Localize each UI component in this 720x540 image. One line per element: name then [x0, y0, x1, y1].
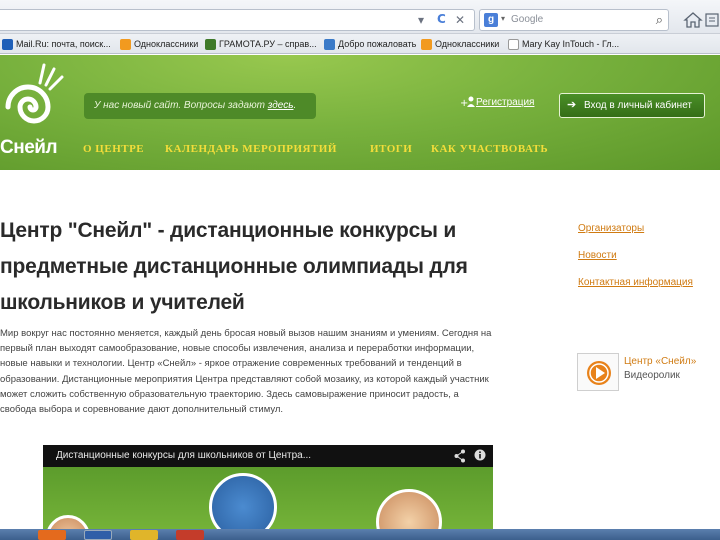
- bookmark-item[interactable]: Одноклассники: [120, 37, 198, 51]
- reload-icon[interactable]: C: [437, 12, 446, 26]
- search-bar[interactable]: g ▾ Google ⌕: [479, 9, 669, 31]
- bookmark-label: Добро пожаловать: [338, 39, 417, 49]
- paragraph-line: может сложить собственную образовательну…: [0, 388, 459, 400]
- title-line: школьников и учителей: [0, 291, 245, 314]
- register-link[interactable]: + Регистрация: [460, 96, 534, 108]
- title-line: Центр "Снейл" - дистанционные конкурсы и: [0, 219, 457, 242]
- video-player[interactable]: Дистанционные конкурсы для школьников от…: [43, 445, 493, 529]
- search-icon[interactable]: ⌕: [656, 12, 663, 28]
- video-subtitle: Видеоролик: [624, 370, 680, 381]
- register-label: Регистрация: [476, 96, 535, 108]
- firefox-icon[interactable]: [38, 530, 66, 540]
- site-header: Снейл У нас новый сайт. Вопросы задают з…: [0, 55, 720, 170]
- page-title: Центр "Снейл" - дистанционные конкурсы и…: [0, 213, 540, 321]
- bookmark-item[interactable]: Mary Kay InTouch - Гл...: [508, 37, 619, 51]
- player-title-bar: Дистанционные конкурсы для школьников от…: [43, 445, 493, 467]
- bookmark-item[interactable]: ГРАМОТА.РУ – справ...: [205, 37, 317, 51]
- video-link[interactable]: Центр «Снейл» Видеоролик: [624, 355, 696, 383]
- paragraph-line: свобода выбора и соревнование дают допол…: [0, 404, 284, 416]
- browser-toolbar: ▾ C ✕ g ▾ Google ⌕: [0, 0, 720, 34]
- app-icon[interactable]: [130, 530, 158, 540]
- nav-item-results[interactable]: ИТОГИ: [370, 143, 412, 155]
- svg-text:+: +: [460, 98, 468, 108]
- new-site-notice: У нас новый сайт. Вопросы задают здесь.: [84, 93, 316, 119]
- presentation-app-icon[interactable]: [176, 530, 204, 540]
- sidebar-link-news[interactable]: Новости: [578, 250, 617, 261]
- bookmarks-icon[interactable]: [704, 12, 720, 28]
- snail-logo-icon[interactable]: [0, 61, 70, 141]
- paragraph-line: новые навыки и технологии. Центр «Снейл»…: [0, 358, 462, 370]
- child-photo: [209, 473, 277, 529]
- paragraph-line: первый план выходят самообразование, нов…: [0, 343, 475, 355]
- title-line: предметные дистанционные олимпиады для: [0, 255, 468, 278]
- home-icon[interactable]: [683, 10, 703, 30]
- stop-icon[interactable]: ✕: [455, 13, 465, 27]
- video-thumbnail[interactable]: [577, 353, 619, 391]
- search-engine-dropdown-icon[interactable]: ▾: [501, 14, 505, 23]
- odnoklassniki-icon: [120, 38, 131, 50]
- notice-end: .: [293, 100, 297, 111]
- player-title[interactable]: Дистанционные конкурсы для школьников от…: [56, 450, 311, 461]
- user-plus-icon: +: [460, 96, 475, 108]
- bookmark-label: Одноклассники: [134, 39, 199, 49]
- bookmark-label: Mail.Ru: почта, поиск...: [16, 39, 111, 49]
- nav-item-how-to-participate[interactable]: КАК УЧАСТВОВАТЬ: [431, 143, 548, 155]
- nav-item-calendar[interactable]: КАЛЕНДАРЬ МЕРОПРИЯТИЙ: [165, 143, 337, 155]
- sidebar-link-contacts[interactable]: Контактная информация: [578, 277, 693, 288]
- bookmark-item[interactable]: Добро пожаловать: [324, 37, 416, 51]
- google-icon[interactable]: g: [484, 13, 498, 27]
- mailru-icon: [2, 38, 13, 50]
- info-icon[interactable]: [474, 449, 486, 461]
- nav-item-about[interactable]: О ЦЕНТРЕ: [83, 143, 144, 155]
- sidebar-link-organizers[interactable]: Организаторы: [578, 223, 644, 234]
- os-taskbar: [0, 529, 720, 540]
- bookmark-label: ГРАМОТА.РУ – справ...: [219, 39, 317, 49]
- address-bar[interactable]: ▾ C ✕: [0, 9, 475, 31]
- bookmark-item[interactable]: Mail.Ru: почта, поиск...: [2, 37, 111, 51]
- logo-text[interactable]: Снейл: [0, 137, 58, 159]
- url-dropdown-icon[interactable]: ▾: [418, 13, 424, 27]
- paragraph-line: образовании. Дистанционные мероприятия Ц…: [0, 373, 489, 385]
- search-input[interactable]: Google: [511, 14, 543, 25]
- bookmark-label: Mary Kay InTouch - Гл...: [522, 39, 620, 49]
- video-title: Центр «Снейл»: [624, 356, 697, 367]
- notice-link[interactable]: здесь: [268, 100, 294, 111]
- page-icon: [324, 38, 335, 50]
- play-icon: [587, 361, 611, 385]
- odnoklassniki-icon: [421, 38, 432, 50]
- bookmarks-bar: Mail.Ru: почта, поиск... Одноклассники Г…: [0, 34, 720, 54]
- gramota-icon: [205, 38, 216, 50]
- login-label: Вход в личный кабинет: [584, 100, 692, 111]
- bookmark-item[interactable]: Одноклассники: [421, 37, 499, 51]
- paragraph-line: Мир вокруг нас постоянно меняется, кажды…: [0, 328, 492, 339]
- login-button[interactable]: ➔ Вход в личный кабинет: [559, 93, 705, 118]
- child-photo: [46, 515, 90, 529]
- arrow-right-icon: ➔: [567, 99, 577, 111]
- child-photo: [376, 489, 442, 529]
- video-preview-image: [43, 467, 493, 529]
- notice-text: У нас новый сайт. Вопросы задают: [94, 100, 268, 111]
- bookmark-label: Одноклассники: [435, 39, 500, 49]
- share-icon[interactable]: [454, 449, 466, 463]
- intro-paragraph: Мир вокруг нас постоянно меняется, кажды…: [0, 326, 545, 417]
- document-app-icon[interactable]: [84, 530, 112, 540]
- blank-page-icon: [508, 38, 519, 50]
